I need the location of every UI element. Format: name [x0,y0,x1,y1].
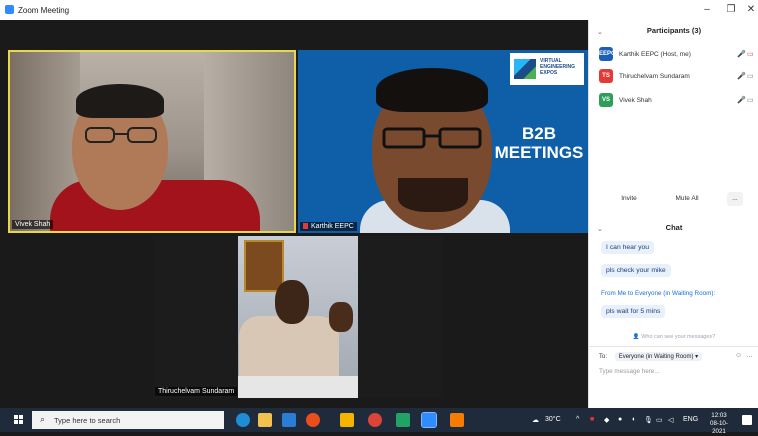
virtual-engineering-expos-logo: VIRTUAL ENGINEERING EXPOS [510,53,584,85]
glasses-icon [85,127,157,143]
recipient-value: Everyone (in Waiting Room) [618,354,694,360]
avatar: VS [599,93,613,107]
participant-hair [76,84,164,118]
more-options-button[interactable]: ... [727,192,743,206]
excel-icon[interactable] [396,413,410,427]
sticky-notes-icon[interactable] [340,413,354,427]
avatar: EEPC [599,47,615,61]
participants-header: Participants (3) [646,26,702,35]
search-icon: ⌕ [40,414,46,424]
chat-message: I can hear you [601,241,655,254]
chat-message: pls check your mike [601,264,671,277]
zoom-app-icon [5,5,14,14]
video-off-icon[interactable]: ▭ [747,50,754,58]
app-icon[interactable] [450,413,464,427]
windows-taskbar: ⌕ Type here to search ☁ 30°C ^ ■ ◆ ● ◐ 🎙… [0,408,758,435]
mic-icon[interactable]: 🎤 [737,96,746,104]
chat-recipient-info: From Me to Everyone (in Waiting Room): [601,290,716,297]
more-icon[interactable]: … [746,352,753,359]
window-titlebar: Zoom Meeting – ❐ ✕ [0,0,758,20]
participant-row[interactable]: VS Vivek Shah 🎤 ▭ [599,93,754,109]
tray-app-icon[interactable]: ● [618,416,622,423]
who-can-see-link[interactable]: 👤 Who can see your messages? [589,334,758,340]
language-indicator[interactable]: ENG [683,416,698,423]
weather-temperature[interactable]: 30°C [545,416,561,423]
tray-app-icon[interactable]: ■ [590,416,594,423]
video-icon[interactable]: ▭ [747,96,754,104]
tray-app-icon[interactable]: ◆ [604,416,609,424]
mail-icon[interactable] [282,413,296,427]
invite-button[interactable]: Invite [613,192,645,206]
mute-all-button[interactable]: Mute All [667,192,707,206]
edge-browser-icon[interactable] [236,413,250,427]
network-icon[interactable]: ▭ [656,416,663,424]
expo-logo-mark [514,59,536,79]
firefox-icon[interactable] [306,413,320,427]
video-tile-thiruchelvam[interactable]: Thiruchelvam Sundaram [153,236,443,398]
tray-app-icon[interactable]: ◐ [632,416,636,423]
search-placeholder: Type here to search [54,416,121,425]
participant-name: Thiruchelvam Sundaram [619,73,690,80]
minimize-button[interactable]: – [700,4,714,15]
b2b-meetings-banner: B2B MEETINGS [494,124,584,162]
participant-beard [398,178,468,212]
chrome-icon[interactable] [368,413,382,427]
close-button[interactable]: ✕ [744,4,758,15]
to-label: To: [599,354,608,360]
who-can-see-text: Who can see your messages? [641,334,716,340]
emoji-icon[interactable]: ☺ [735,352,742,359]
zoom-taskbar-icon[interactable] [421,412,437,428]
restore-button[interactable]: ❐ [724,4,738,15]
glasses-icon [382,127,482,149]
volume-icon[interactable]: ◁ [668,416,673,424]
video-tile-karthik[interactable]: VIRTUAL ENGINEERING EXPOS B2B MEETINGS K… [298,50,588,233]
taskbar-search[interactable]: ⌕ Type here to search [32,411,224,429]
participant-hand [329,302,353,332]
side-panel: ⌄ Participants (3) EEPC Karthik EEPC (Ho… [588,20,758,408]
expo-logo-text: VIRTUAL ENGINEERING EXPOS [540,58,576,76]
windows-start-icon[interactable] [14,415,24,425]
participant-name-tag: Karthik EEPC [300,222,357,231]
clock-date: 08-10-2021 [710,420,728,435]
chat-to-row: To: Everyone (in Waiting Room) ▾ [599,352,703,361]
weather-icon[interactable]: ☁ [532,416,539,424]
participant-row[interactable]: TS Thiruchelvam Sundaram 🎤 ▭ [599,69,754,85]
video-stage: Vivek Shah VIRTUAL ENGINEERING EXPOS B2B… [0,20,588,408]
video-icon[interactable]: ▭ [747,72,754,80]
divider [589,346,758,347]
participant-name-tag: Thiruchelvam Sundaram [155,387,238,396]
microphone-icon[interactable]: 🎙 [644,416,653,424]
chat-input[interactable]: Type message here... [599,368,660,375]
file-explorer-icon[interactable] [258,413,272,427]
participant-name: Vivek Shah [619,97,652,104]
clock-time: 12:03 [711,412,727,419]
notification-icon[interactable] [742,415,752,425]
recipient-select[interactable]: Everyone (in Waiting Room) ▾ [614,352,703,361]
participant-name-tag: Vivek Shah [12,220,54,229]
avatar: TS [599,69,613,83]
chat-message: pls wait for 5 mins [601,305,666,318]
mic-muted-icon [303,223,308,229]
participant-name: Karthik EEPC [311,223,354,230]
participant-name: Karthik EEPC (Host, me) [619,51,691,58]
desk [238,376,358,398]
video-tile-vivek[interactable]: Vivek Shah [8,50,296,233]
tray-overflow-icon[interactable]: ^ [576,416,579,423]
participant-row[interactable]: EEPC Karthik EEPC (Host, me) 🎤 ▭ [599,47,754,63]
mic-muted-icon[interactable]: 🎤 [737,50,746,58]
window-title: Zoom Meeting [18,6,70,15]
wall-picture-frame [244,240,284,292]
mic-icon[interactable]: 🎤 [737,72,746,80]
participant-hair [376,68,488,112]
chat-header: Chat [665,223,683,232]
taskbar-clock[interactable]: 12:03 08-10-2021 [704,412,734,436]
participant-face [275,280,309,324]
person-icon: 👤 [632,334,640,340]
